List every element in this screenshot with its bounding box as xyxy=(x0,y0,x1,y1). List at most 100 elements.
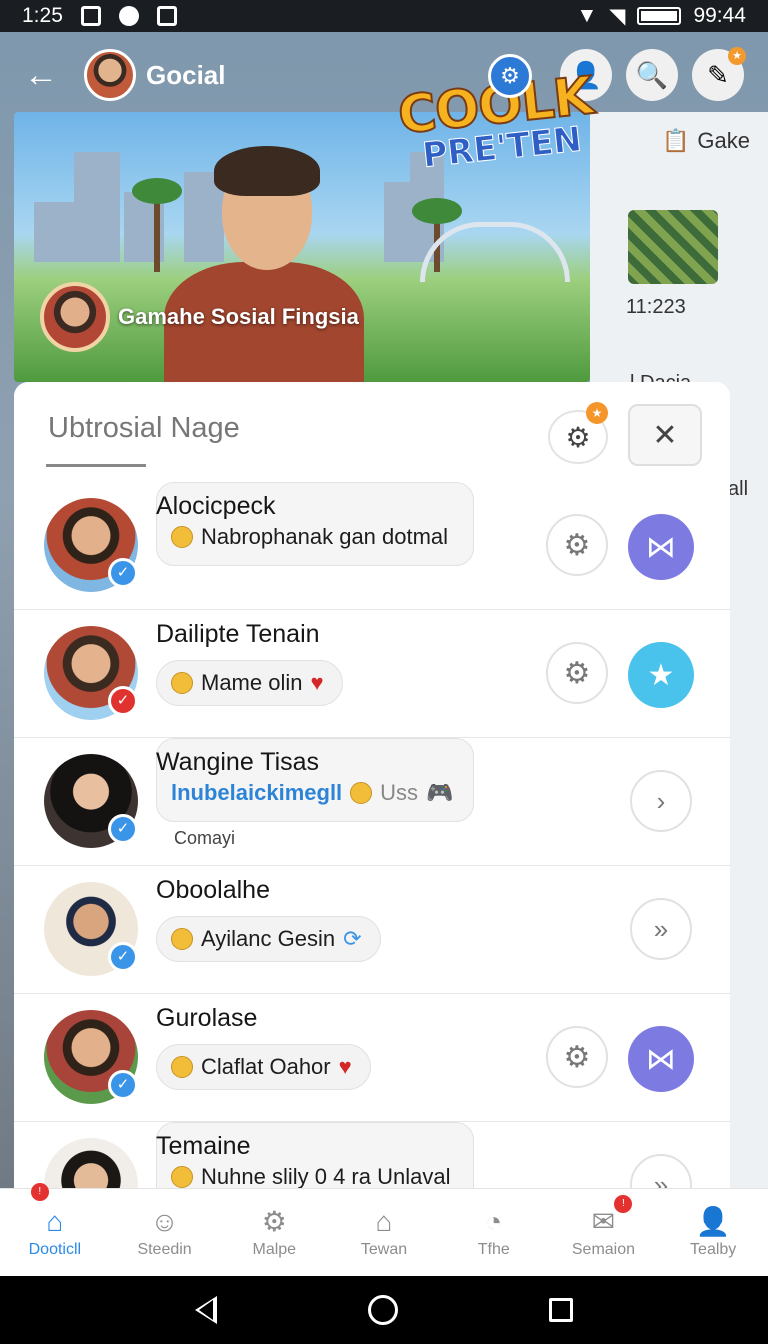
share-button[interactable]: ⋈ xyxy=(628,514,694,580)
notifications-button[interactable]: ✎ ★ xyxy=(692,47,746,101)
verified-icon: ✓ xyxy=(108,1070,138,1100)
friend-name: Temaine xyxy=(156,1132,251,1160)
sim-status-icon xyxy=(156,6,177,26)
heart-icon: ♥ xyxy=(338,1054,352,1079)
search-icon: 🔍 xyxy=(635,59,669,90)
emoji-icon xyxy=(171,1056,193,1078)
nav-home[interactable]: ! ⌂ Dooticll xyxy=(0,1183,110,1276)
share-icon: ⋈ xyxy=(646,1042,676,1076)
status-bubble: Mame olin ♥ xyxy=(156,660,343,706)
friend-row[interactable]: ✓ Nabrophanak gan dotmal Alocicpeck ⚙ ⋈ xyxy=(14,482,730,610)
sheet-header: Ubtrosial Nage ⚙ ★ ✕ xyxy=(14,382,730,482)
settings-badge: ★ xyxy=(586,402,608,424)
friend-name: Oboolalhe xyxy=(156,876,270,904)
friend-row[interactable]: ✓ Oboolalhe Ayilanc Gesin ⟳ » xyxy=(14,866,730,994)
friend-settings-button[interactable]: ⚙ xyxy=(546,642,608,704)
friend-row[interactable]: ✓ lnubelaickimegll Uss 🎮 Wangine Tisas C… xyxy=(14,738,730,866)
system-navigation xyxy=(0,1276,768,1344)
chevron-right-icon: › xyxy=(656,785,666,816)
system-home-icon[interactable] xyxy=(367,1295,398,1325)
heart-icon: ♥ xyxy=(310,670,324,695)
nav-friends[interactable]: ☺ Steedin xyxy=(110,1189,220,1276)
emoji-icon xyxy=(171,672,193,694)
double-chevron-icon: » xyxy=(653,913,669,944)
refresh-icon: ⟳ xyxy=(343,926,362,951)
emoji-icon xyxy=(171,526,193,548)
wifi-icon: ◥ xyxy=(609,4,626,28)
sheet-settings-button[interactable]: ⚙ ★ xyxy=(548,402,608,464)
people-icon: ☺ xyxy=(150,1205,179,1237)
emoji-icon xyxy=(171,928,193,950)
friend-name: Gurolase xyxy=(156,1004,258,1032)
nav-town[interactable]: ⌂ Tewan xyxy=(329,1189,439,1276)
message-icon: ✉ xyxy=(591,1205,616,1237)
star-icon: ★ xyxy=(647,658,675,692)
close-icon: ✕ xyxy=(652,418,678,452)
tab-indicator xyxy=(46,464,146,467)
status-bubble: Claflat Oahor ♥ xyxy=(156,1044,371,1090)
gear-icon: ⚙ xyxy=(565,421,591,453)
banner-title: Gamahe Sosial Fingsia xyxy=(118,304,359,329)
friend-name: Alocicpeck xyxy=(156,492,276,520)
profile-avatar[interactable] xyxy=(84,49,136,101)
back-arrow-icon[interactable]: ← xyxy=(24,56,64,95)
battery-icon xyxy=(637,7,682,25)
signal-icon: ▼ xyxy=(576,4,598,27)
verified-icon: ✓ xyxy=(108,942,138,972)
nav-explore[interactable]: ◔ Tfhe xyxy=(439,1189,549,1276)
compass-icon: ◔ xyxy=(485,1205,503,1237)
friends-sheet: Ubtrosial Nage ⚙ ★ ✕ ✓ Nabrophanak gan do… xyxy=(14,382,730,1202)
banner-avatar[interactable] xyxy=(40,282,110,352)
friend-name: Wangine Tisas xyxy=(156,748,320,776)
system-recents-icon[interactable] xyxy=(548,1298,573,1322)
nav-badge: ! xyxy=(30,1183,49,1201)
gear-icon: ⚙ xyxy=(261,1205,287,1237)
side-fragment-2: all xyxy=(728,478,749,500)
feather-icon: ✎ xyxy=(707,59,729,90)
verified-icon: ✓ xyxy=(108,814,138,844)
app-title: Gocial xyxy=(146,59,226,90)
search-button[interactable]: 🔍 xyxy=(626,49,678,101)
side-game-thumbnail[interactable] xyxy=(628,210,718,284)
banner-caption: Gamahe Sosial Fingsia xyxy=(40,280,359,354)
sheet-title: Ubtrosial Nage xyxy=(48,412,240,444)
side-time: 11:223 xyxy=(626,296,686,318)
friend-settings-button[interactable]: ⚙ xyxy=(546,1026,608,1088)
gear-icon: ⚙ xyxy=(563,656,591,690)
status-time-left: 1:25 xyxy=(22,4,63,27)
close-button[interactable]: ✕ xyxy=(628,404,702,466)
friend-name: Dailipte Tenain xyxy=(156,620,320,648)
friend-settings-button[interactable]: ⚙ xyxy=(546,514,608,576)
share-button[interactable]: ⋈ xyxy=(628,1026,694,1092)
favorite-button[interactable]: ★ xyxy=(628,642,694,708)
status-bubble: Ayilanc Gesin ⟳ xyxy=(156,916,381,962)
game-icon: 🎮 xyxy=(426,780,454,805)
emoji-icon xyxy=(350,782,373,804)
nav-settings[interactable]: ⚙ Malpe xyxy=(219,1189,329,1276)
person-icon: 👤 xyxy=(695,1205,731,1237)
gallery-status-icon xyxy=(80,6,101,26)
system-back-icon[interactable] xyxy=(195,1296,218,1324)
gear-icon: ⚙ xyxy=(563,1040,591,1074)
verified-icon: ✓ xyxy=(108,686,138,716)
friend-row[interactable]: ✓ Dailipte Tenain Mame olin ♥ ⚙ ★ xyxy=(14,610,730,738)
verified-icon: ✓ xyxy=(108,558,138,588)
nav-profile[interactable]: 👤 Tealby xyxy=(658,1189,768,1276)
share-icon: ⋈ xyxy=(646,530,676,564)
bottom-navigation: ! ⌂ Dooticll ☺ Steedin ⚙ Malpe ⌂ Tewan ◔… xyxy=(0,1183,768,1276)
home-icon: ⌂ xyxy=(46,1205,64,1237)
app-header: ← Gocial 👤 🔍 ✎ ★ xyxy=(0,32,768,118)
side-game-link[interactable]: 📋 Gake xyxy=(662,128,750,154)
house-icon: ⌂ xyxy=(375,1205,393,1237)
emoji-icon xyxy=(171,1166,193,1188)
clipboard-icon: 📋 xyxy=(662,128,690,153)
nav-messages[interactable]: ! ✉ Semaion xyxy=(549,1189,659,1276)
nav-badge: ! xyxy=(614,1195,633,1213)
gear-icon: ⚙ xyxy=(563,528,591,562)
open-profile-button[interactable]: › xyxy=(630,770,692,832)
status-time-right: 99:44 xyxy=(693,4,746,27)
open-profile-button[interactable]: » xyxy=(630,898,692,960)
status-bar: 1:25 ▼ ◥ 99:44 xyxy=(0,0,768,32)
friend-row[interactable]: ✓ Gurolase Claflat Oahor ♥ ⚙ ⋈ xyxy=(14,994,730,1122)
notification-dot: ★ xyxy=(728,47,746,65)
